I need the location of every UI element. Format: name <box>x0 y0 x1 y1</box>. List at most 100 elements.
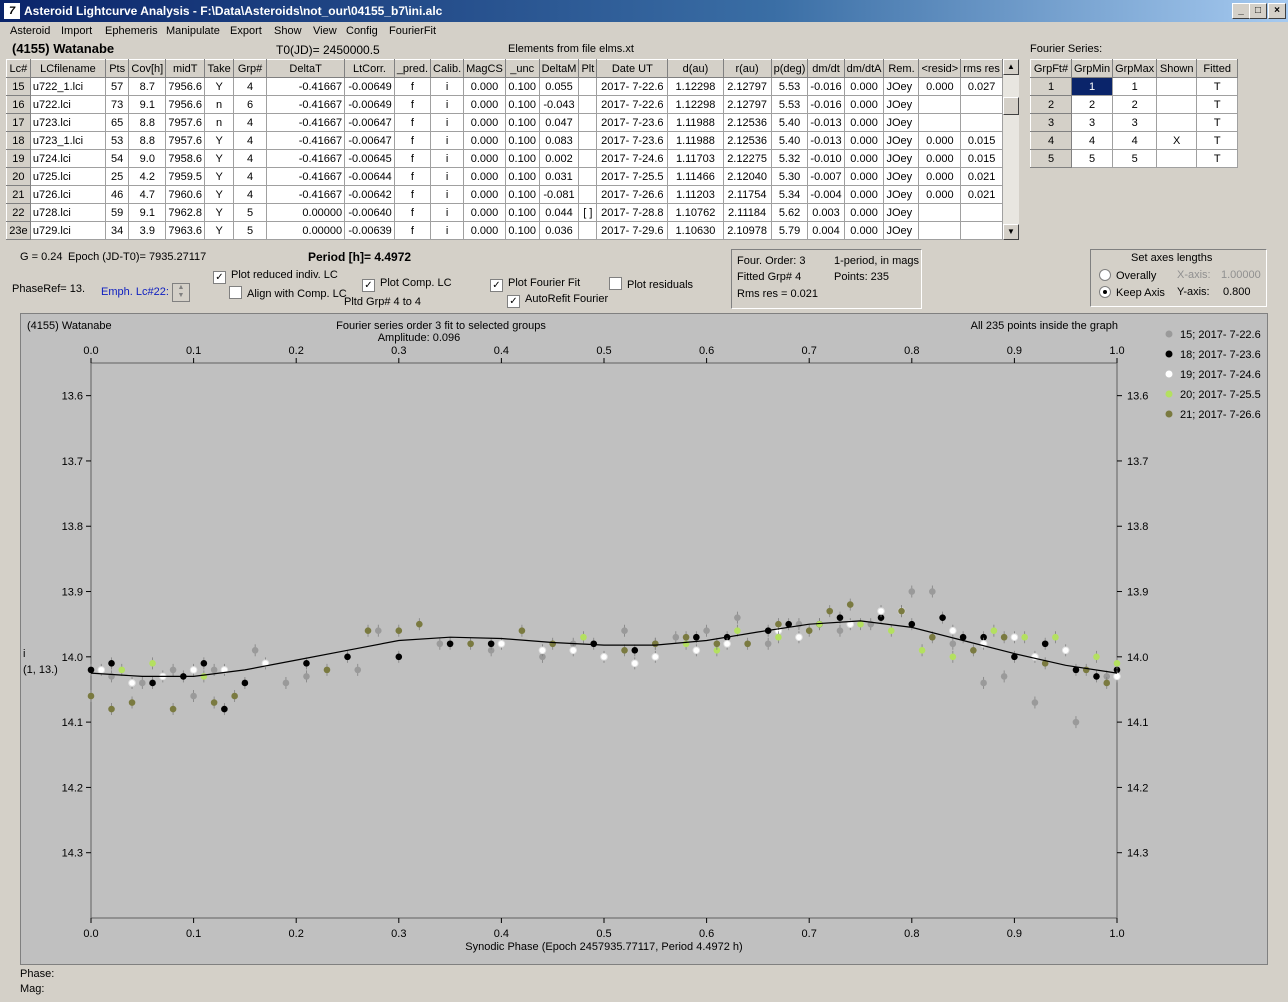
lc-cell[interactable]: 1.11703 <box>667 149 724 168</box>
lc-col-header[interactable]: rms res <box>960 59 1003 78</box>
fourier-table-row[interactable]: 555T <box>1030 149 1239 168</box>
fourier-cell[interactable] <box>1156 77 1198 96</box>
lc-cell[interactable]: 0.100 <box>504 203 540 222</box>
lc-cell[interactable]: -0.00640 <box>344 203 395 222</box>
lc-cell[interactable]: -0.41667 <box>266 95 346 114</box>
lc-cell[interactable]: 0.015 <box>960 149 1003 168</box>
lc-row-number[interactable]: 20 <box>6 167 31 186</box>
lc-cell[interactable]: 0.047 <box>538 113 580 132</box>
lc-cell[interactable]: 1.11203 <box>667 185 724 204</box>
lc-cell[interactable]: 2017- 7-23.6 <box>596 131 669 150</box>
menu-config[interactable]: Config <box>346 25 378 37</box>
lc-cell[interactable]: 9.0 <box>128 149 167 168</box>
lc-cell[interactable]: 4.7 <box>128 185 167 204</box>
lc-cell[interactable]: JOey <box>883 149 920 168</box>
lc-cell[interactable]: 8.8 <box>128 131 167 150</box>
lc-cell[interactable] <box>578 95 598 114</box>
lc-cell[interactable]: 7962.8 <box>165 203 206 222</box>
lc-cell[interactable]: 0.000 <box>463 77 506 96</box>
lc-cell[interactable]: 9.1 <box>128 95 167 114</box>
lc-table-row[interactable]: 22 u728.lci 59 9.1 7962.8 Y 5 0.00000 -0.00640 f i… <box>6 203 1003 222</box>
lc-row-number[interactable]: 16 <box>6 95 31 114</box>
scroll-thumb[interactable] <box>1003 97 1019 115</box>
plot-reduced-checkbox[interactable]: ✓ Plot reduced indiv. LC <box>213 269 338 284</box>
lc-cell[interactable]: 2.12797 <box>722 95 772 114</box>
menu-export[interactable]: Export <box>230 25 262 37</box>
lc-cell[interactable]: 5.53 <box>770 95 809 114</box>
lc-cell[interactable]: -0.043 <box>538 95 580 114</box>
lc-cell[interactable] <box>918 203 962 222</box>
lc-cell[interactable]: 1.12298 <box>667 95 724 114</box>
lc-cell[interactable] <box>960 221 1003 240</box>
lc-row-number[interactable]: 15 <box>6 77 31 96</box>
lc-cell[interactable]: Y <box>204 203 235 222</box>
lc-cell[interactable]: JOey <box>883 95 920 114</box>
lc-cell[interactable]: 0.000 <box>843 131 885 150</box>
lc-table-row[interactable]: 20 u725.lci 25 4.2 7959.5 Y 4 -0.41667 -0.00644 f… <box>6 167 1003 186</box>
lc-cell[interactable]: 0.100 <box>504 131 540 150</box>
fourier-col-header[interactable]: GrpMax <box>1112 59 1158 78</box>
lc-cell[interactable] <box>960 203 1003 222</box>
fourier-table-row[interactable]: 222T <box>1030 95 1239 114</box>
lc-cell[interactable]: 4 <box>233 185 268 204</box>
lc-cell[interactable]: u723_1.lci <box>29 131 106 150</box>
lc-cell[interactable]: -0.016 <box>807 95 845 114</box>
lc-cell[interactable]: -0.41667 <box>266 77 346 96</box>
lc-cell[interactable]: 0.000 <box>463 149 506 168</box>
lc-col-header[interactable]: d(au) <box>667 59 724 78</box>
lc-col-header[interactable]: Date UT <box>596 59 669 78</box>
menu-show[interactable]: Show <box>274 25 302 37</box>
lc-cell[interactable]: u724.lci <box>29 149 106 168</box>
lc-col-header[interactable]: Lc# <box>6 59 31 78</box>
lc-cell[interactable] <box>960 113 1003 132</box>
lc-col-header[interactable]: _pred. <box>393 59 432 78</box>
lc-cell[interactable]: 7956.6 <box>165 77 206 96</box>
lc-cell[interactable]: f <box>393 221 432 240</box>
lc-cell[interactable]: 9.1 <box>128 203 167 222</box>
lc-cell[interactable]: i <box>430 221 465 240</box>
lc-cell[interactable]: 2017- 7-25.5 <box>596 167 669 186</box>
lc-cell[interactable]: 0.031 <box>538 167 580 186</box>
lc-cell[interactable]: u723.lci <box>29 113 106 132</box>
lc-cell[interactable]: -0.41667 <box>266 185 346 204</box>
fourier-cell[interactable]: 5 <box>1112 149 1158 168</box>
lc-cell[interactable]: u725.lci <box>29 167 106 186</box>
fourier-cell[interactable]: 3 <box>1070 113 1114 132</box>
lc-cell[interactable]: 0.000 <box>463 203 506 222</box>
lc-cell[interactable]: 8.8 <box>128 113 167 132</box>
fourier-cell[interactable]: 1 <box>1070 77 1114 96</box>
lc-cell[interactable]: JOey <box>883 77 920 96</box>
lc-cell[interactable]: 1.10762 <box>667 203 724 222</box>
close-button[interactable]: × <box>1268 3 1286 19</box>
minimize-button[interactable]: _ <box>1232 3 1250 19</box>
lc-col-header[interactable]: midT <box>165 59 206 78</box>
lc-cell[interactable]: 2017- 7-28.8 <box>596 203 669 222</box>
lc-cell[interactable]: -0.41667 <box>266 113 346 132</box>
lc-cell[interactable]: 0.00000 <box>266 221 346 240</box>
lc-cell[interactable]: -0.00649 <box>344 77 395 96</box>
lc-table-row[interactable]: 16 u722.lci 73 9.1 7956.6 n 6 -0.41667 -0.00649 f… <box>6 95 1003 114</box>
lc-cell[interactable]: JOey <box>883 221 920 240</box>
lc-row-number[interactable]: 23e <box>6 221 31 240</box>
lc-col-header[interactable]: LtCorr. <box>344 59 395 78</box>
lc-cell[interactable]: 0.000 <box>843 185 885 204</box>
lc-cell[interactable] <box>578 131 598 150</box>
lc-cell[interactable]: 0.000 <box>918 167 962 186</box>
fourier-cell[interactable] <box>1156 149 1198 168</box>
lc-cell[interactable]: -0.013 <box>807 131 845 150</box>
lc-cell[interactable]: 2.12040 <box>722 167 772 186</box>
lc-cell[interactable]: -0.013 <box>807 113 845 132</box>
lc-cell[interactable]: 0.021 <box>960 185 1003 204</box>
lc-cell[interactable]: 0.000 <box>918 185 962 204</box>
lc-cell[interactable]: i <box>430 185 465 204</box>
lc-cell[interactable]: 0.000 <box>463 167 506 186</box>
lc-cell[interactable] <box>918 113 962 132</box>
lc-cell[interactable]: 8.7 <box>128 77 167 96</box>
lc-cell[interactable]: 5.34 <box>770 185 809 204</box>
menu-import[interactable]: Import <box>61 25 92 37</box>
lc-cell[interactable]: [ ] <box>578 203 598 222</box>
lc-cell[interactable]: 6 <box>233 95 268 114</box>
menu-asteroid[interactable]: Asteroid <box>10 25 50 37</box>
lc-cell[interactable]: 54 <box>104 149 130 168</box>
lc-cell[interactable]: n <box>204 113 235 132</box>
